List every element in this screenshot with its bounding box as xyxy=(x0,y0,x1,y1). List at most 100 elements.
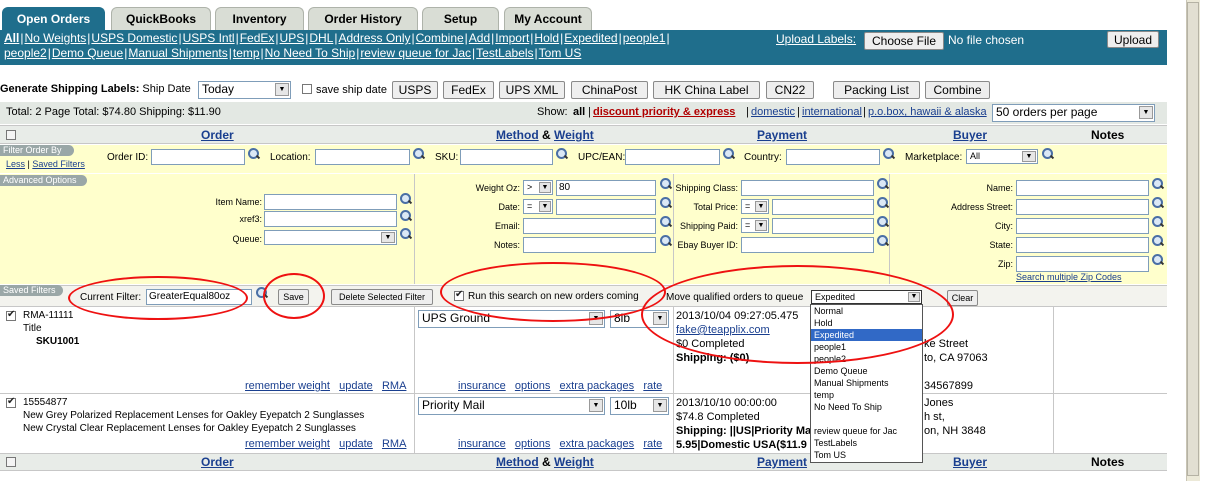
queue-link[interactable]: Demo Queue xyxy=(52,46,123,60)
move-queue-select[interactable]: Expedited ▼ xyxy=(811,290,922,304)
options-link[interactable]: options xyxy=(515,438,550,450)
state-input[interactable] xyxy=(1016,237,1149,253)
queue-option[interactable]: temp xyxy=(811,389,922,401)
options-link[interactable]: options xyxy=(515,380,550,392)
show-international-link[interactable]: international xyxy=(802,106,862,118)
current-filter-input[interactable]: GreaterEqual80oz xyxy=(146,289,252,305)
queue-link[interactable]: Address Only xyxy=(338,31,410,45)
clear-button[interactable]: Clear xyxy=(947,290,978,306)
search-icon[interactable] xyxy=(877,197,889,209)
queue-link[interactable]: Combine xyxy=(416,31,464,45)
queue-link[interactable]: temp xyxy=(233,46,260,60)
search-icon[interactable] xyxy=(556,148,568,160)
search-icon[interactable] xyxy=(1152,197,1164,209)
queue-link[interactable]: Expedited xyxy=(564,31,617,45)
upc-input[interactable] xyxy=(625,149,720,165)
search-icon[interactable] xyxy=(723,148,735,160)
date-op-select[interactable]: = ▼ xyxy=(523,199,553,214)
search-icon[interactable] xyxy=(877,178,889,190)
rma-link[interactable]: RMA xyxy=(382,380,406,392)
per-page-select[interactable]: 50 orders per page ▼ xyxy=(992,104,1155,122)
queue-link[interactable]: FedEx xyxy=(240,31,275,45)
queue-option[interactable]: Demo Queue xyxy=(811,365,922,377)
update-link[interactable]: update xyxy=(339,380,373,392)
queue-link[interactable]: Import xyxy=(495,31,529,45)
cn22-button[interactable]: CN22 xyxy=(766,81,814,99)
search-icon[interactable] xyxy=(400,228,412,240)
order-checkbox[interactable] xyxy=(6,396,16,408)
save-filter-button[interactable]: Save xyxy=(278,289,309,305)
shipping-paid-input[interactable] xyxy=(772,218,874,234)
packing-list-button[interactable]: Packing List xyxy=(833,81,920,99)
col-order[interactable]: Order xyxy=(201,128,234,142)
search-icon[interactable] xyxy=(1042,148,1054,160)
total-op-select[interactable]: = ▼ xyxy=(741,199,769,214)
run-search-checkbox[interactable] xyxy=(454,289,464,301)
queue-option[interactable]: Hold xyxy=(811,317,922,329)
col-method[interactable]: Method xyxy=(496,128,539,142)
queue-link[interactable]: TestLabels xyxy=(476,46,533,60)
search-zip-link[interactable]: Search multiple Zip Codes xyxy=(1016,272,1122,282)
show-discount-link[interactable]: discount priority & express xyxy=(593,106,735,118)
col-order[interactable]: Order xyxy=(201,455,234,469)
weight-oz-input[interactable]: 80 xyxy=(556,180,656,196)
search-icon[interactable] xyxy=(883,148,895,160)
queue-option[interactable]: Tom US xyxy=(811,449,922,461)
search-icon[interactable] xyxy=(1152,216,1164,228)
tab-open-orders[interactable]: Open Orders xyxy=(2,7,105,30)
col-buyer[interactable]: Buyer xyxy=(953,455,987,469)
weight-select[interactable]: 8lb ▼ xyxy=(610,310,669,328)
extra-packages-link[interactable]: extra packages xyxy=(560,380,635,392)
country-input[interactable] xyxy=(786,149,880,165)
queue-link[interactable]: Manual Shipments xyxy=(128,46,227,60)
queue-dropdown-list[interactable]: Normal Hold Expedited people1 people2 De… xyxy=(810,304,923,463)
ebay-buyer-input[interactable] xyxy=(741,237,874,253)
sku-input[interactable] xyxy=(460,149,553,165)
weight-select[interactable]: 10lb ▼ xyxy=(610,397,669,415)
insurance-link[interactable]: insurance xyxy=(458,380,506,392)
search-icon[interactable] xyxy=(1152,254,1164,266)
queue-link-all[interactable]: All xyxy=(4,31,19,45)
queue-option[interactable]: Manual Shipments xyxy=(811,377,922,389)
rate-link[interactable]: rate xyxy=(643,438,662,450)
queue-link[interactable]: No Weights xyxy=(24,31,86,45)
order-id-input[interactable] xyxy=(151,149,245,165)
show-all[interactable]: all xyxy=(573,106,585,118)
queue-link[interactable]: DHL xyxy=(309,31,333,45)
search-icon[interactable] xyxy=(248,148,260,160)
tab-order-history[interactable]: Order History xyxy=(308,7,418,30)
less-link[interactable]: Less xyxy=(6,159,25,169)
usps-button[interactable]: USPS xyxy=(392,81,438,99)
queue-link[interactable]: USPS Domestic xyxy=(91,31,177,45)
queue-option[interactable] xyxy=(811,413,922,425)
select-all-checkbox[interactable] xyxy=(6,130,16,140)
save-ship-date-checkbox[interactable] xyxy=(302,84,312,94)
search-icon[interactable] xyxy=(877,216,889,228)
col-weight[interactable]: Weight xyxy=(554,128,594,142)
queue-option[interactable]: people1 xyxy=(811,341,922,353)
search-icon[interactable] xyxy=(400,210,412,222)
tab-quickbooks[interactable]: QuickBooks xyxy=(111,7,211,30)
combine-button[interactable]: Combine xyxy=(925,81,990,99)
show-pobox-link[interactable]: p.o.box, hawaii & alaska xyxy=(868,106,987,118)
show-domestic-link[interactable]: domestic xyxy=(751,106,795,118)
location-input[interactable] xyxy=(315,149,410,165)
choose-file-button[interactable]: Choose File xyxy=(864,32,944,50)
select-all-checkbox-bottom[interactable] xyxy=(6,457,16,467)
insurance-link[interactable]: insurance xyxy=(458,438,506,450)
search-icon[interactable] xyxy=(400,193,412,205)
total-price-input[interactable] xyxy=(772,199,874,215)
queue-option[interactable]: TestLabels xyxy=(811,437,922,449)
search-icon[interactable] xyxy=(1152,178,1164,190)
queue-link[interactable]: people2 xyxy=(4,46,47,60)
marketplace-select[interactable]: All ▼ xyxy=(966,149,1038,164)
search-icon[interactable] xyxy=(413,148,425,160)
name-input[interactable] xyxy=(1016,180,1149,196)
queue-link[interactable]: Hold xyxy=(534,31,559,45)
date-input[interactable] xyxy=(556,199,656,215)
rma-link[interactable]: RMA xyxy=(382,438,406,450)
col-weight[interactable]: Weight xyxy=(554,455,594,469)
queue-option[interactable]: review queue for Jac xyxy=(811,425,922,437)
search-icon[interactable] xyxy=(877,235,889,247)
search-icon[interactable] xyxy=(256,287,268,299)
